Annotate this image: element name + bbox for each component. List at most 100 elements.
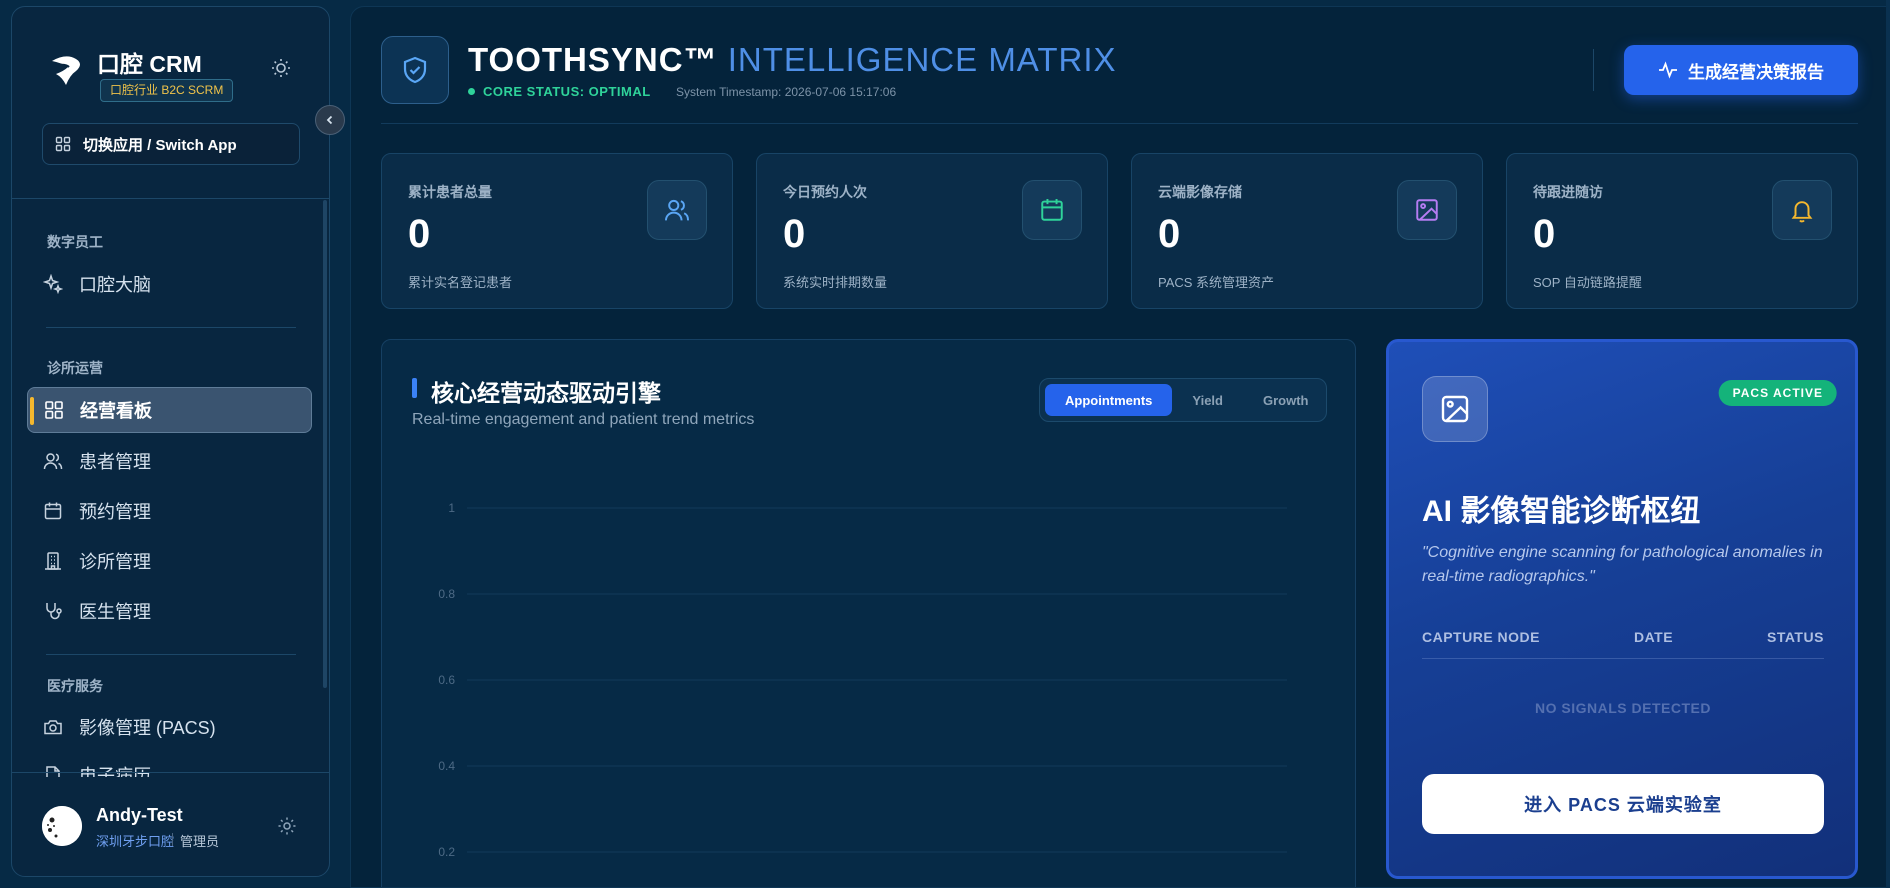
y-tick-label: 1 [448,501,455,515]
page-title-accent: INTELLIGENCE MATRIX [727,41,1117,78]
empty-state-text: NO SIGNALS DETECTED [1535,700,1711,716]
stat-value: 0 [408,212,431,256]
brand-tag: 口腔行业 B2C SCRM [100,79,234,102]
header-separator [381,123,1858,124]
sidebar-scrollbar[interactable] [323,200,327,688]
sidebar-item-patients[interactable]: 患者管理 [27,438,312,484]
sidebar-item-label: 诊所管理 [79,552,151,572]
user-settings-button[interactable] [277,816,297,836]
stat-subtitle: 累计实名登记患者 [408,275,513,290]
stat-subtitle: SOP 自动链路提醒 [1533,275,1642,290]
y-tick-label: 0.8 [438,587,455,601]
y-tick-label: 0.2 [438,845,455,859]
user-org: 深圳牙步口腔 [96,834,175,849]
stat-card-images: 云端影像存储 0 PACS 系统管理资产 [1131,153,1483,309]
sidebar-nav: 数字员工 口腔大脑 诊所运营 经营看板 患者管理 预约管理 诊所管理 医生管理 … [12,200,329,777]
sidebar-item-dashboard[interactable]: 经营看板 [27,387,312,433]
gear-icon [278,817,296,835]
user-name: Andy-Test [96,805,183,825]
sidebar-item-label: 预约管理 [79,502,151,522]
avatar-image-icon [42,806,82,846]
sidebar-item-label: 医生管理 [79,602,151,622]
switch-app-label: 切换应用 / Switch App [83,136,237,154]
sidebar-item-pacs[interactable]: 影像管理 (PACS) [27,704,312,750]
page-scrollbar[interactable] [1886,0,1890,888]
calendar-icon [43,501,63,521]
brand-area: 口腔 CRM 口腔行业 B2C SCRM 切换应用 / Switch App [12,7,329,199]
sun-icon [272,59,290,77]
core-status: CORE STATUS: OPTIMAL [468,84,651,99]
sidebar-item-doctors[interactable]: 医生管理 [27,588,312,634]
dashboard-icon [44,400,64,420]
pacs-title: AI 影像智能诊断枢纽 [1422,495,1701,528]
sidebar-item-label: 经营看板 [80,401,152,421]
users-icon [647,180,707,240]
activity-icon [1659,61,1677,79]
stat-value: 0 [1533,212,1556,256]
enter-pacs-lab-button[interactable]: 进入 PACS 云端实验室 [1422,774,1824,834]
generate-report-button[interactable]: 生成经营决策报告 [1624,45,1858,95]
stat-label: 今日预约人次 [783,184,867,200]
sidebar-item-label: 患者管理 [79,452,151,472]
sidebar-item-label: 影像管理 (PACS) [79,718,216,738]
stat-label: 累计患者总量 [408,184,492,200]
system-timestamp: System Timestamp: 2026-07-06 15:17:06 [676,85,897,99]
nav-section-title: 诊所运营 [47,360,103,376]
sparkles-icon [43,274,63,294]
stat-card-appointments: 今日预约人次 0 系统实时排期数量 [756,153,1108,309]
nav-divider [46,327,296,328]
shield-badge [381,36,449,104]
stethoscope-icon [43,601,63,621]
stat-label: 云端影像存储 [1158,184,1242,200]
user-separator [172,833,173,846]
nav-divider [46,654,296,655]
stat-label: 待跟进随访 [1533,184,1603,200]
sidebar-item-appointments[interactable]: 预约管理 [27,488,312,534]
collapse-sidebar-button[interactable] [315,105,345,135]
switch-app-button[interactable]: 切换应用 / Switch App [42,123,300,165]
status-dot-icon [468,88,475,95]
sidebar-item-brain[interactable]: 口腔大脑 [27,261,312,307]
tab-yield[interactable]: Yield [1172,384,1243,416]
image-icon [1397,180,1457,240]
nav-section-title: 数字员工 [47,234,103,250]
theme-toggle-button[interactable] [266,53,296,83]
user-role: 管理员 [180,834,220,849]
camera-icon [43,717,63,737]
sidebar-item-clinics[interactable]: 诊所管理 [27,538,312,584]
core-status-text: CORE STATUS: OPTIMAL [483,84,651,99]
column-header-capture-node: CAPTURE NODE [1422,629,1541,645]
sidebar: 口腔 CRM 口腔行业 B2C SCRM 切换应用 / Switch App 数… [11,6,330,877]
avatar[interactable] [42,806,82,846]
page-title-main: TOOTHSYNC™ [468,41,718,78]
building-icon [43,551,63,571]
column-header-date: DATE [1634,629,1674,645]
tab-appointments[interactable]: Appointments [1045,384,1173,416]
stat-card-patients: 累计患者总量 0 累计实名登记患者 [381,153,733,309]
stat-card-followups: 待跟进随访 0 SOP 自动链路提醒 [1506,153,1858,309]
tab-growth[interactable]: Growth [1243,384,1329,416]
chart-panel-title: 核心经营动态驱动引擎 [431,380,661,406]
user-profile: Andy-Test 深圳牙步口腔 管理员 [12,772,329,876]
chart-title-accent [412,378,417,398]
brand-name: 口腔 CRM [97,51,202,77]
chevron-left-icon [326,115,333,125]
status-badge: PACS ACTIVE [1718,380,1837,406]
trend-chart: 1 0.8 0.6 0.4 0.2 [438,501,1287,859]
table-header-divider [1422,658,1824,659]
page-title: TOOTHSYNC™ INTELLIGENCE MATRIX [468,41,1117,79]
chart-panel-subtitle: Real-time engagement and patient trend m… [412,411,755,428]
pacs-description: "Cognitive engine scanning for pathologi… [1422,544,1823,585]
image-icon [1422,376,1488,442]
y-tick-label: 0.4 [438,759,455,773]
calendar-icon [1022,180,1082,240]
pacs-panel: PACS ACTIVE AI 影像智能诊断枢纽 "Cognitive engin… [1386,339,1858,879]
stat-subtitle: 系统实时排期数量 [783,275,888,290]
y-tick-label: 0.6 [438,673,455,687]
stat-value: 0 [1158,212,1181,256]
column-header-status: STATUS [1767,629,1824,645]
generate-report-label: 生成经营决策报告 [1688,62,1824,82]
main-content: TOOTHSYNC™ INTELLIGENCE MATRIX CORE STAT… [350,6,1890,888]
stat-subtitle: PACS 系统管理资产 [1158,275,1275,290]
tooth-logo-icon [52,56,80,85]
